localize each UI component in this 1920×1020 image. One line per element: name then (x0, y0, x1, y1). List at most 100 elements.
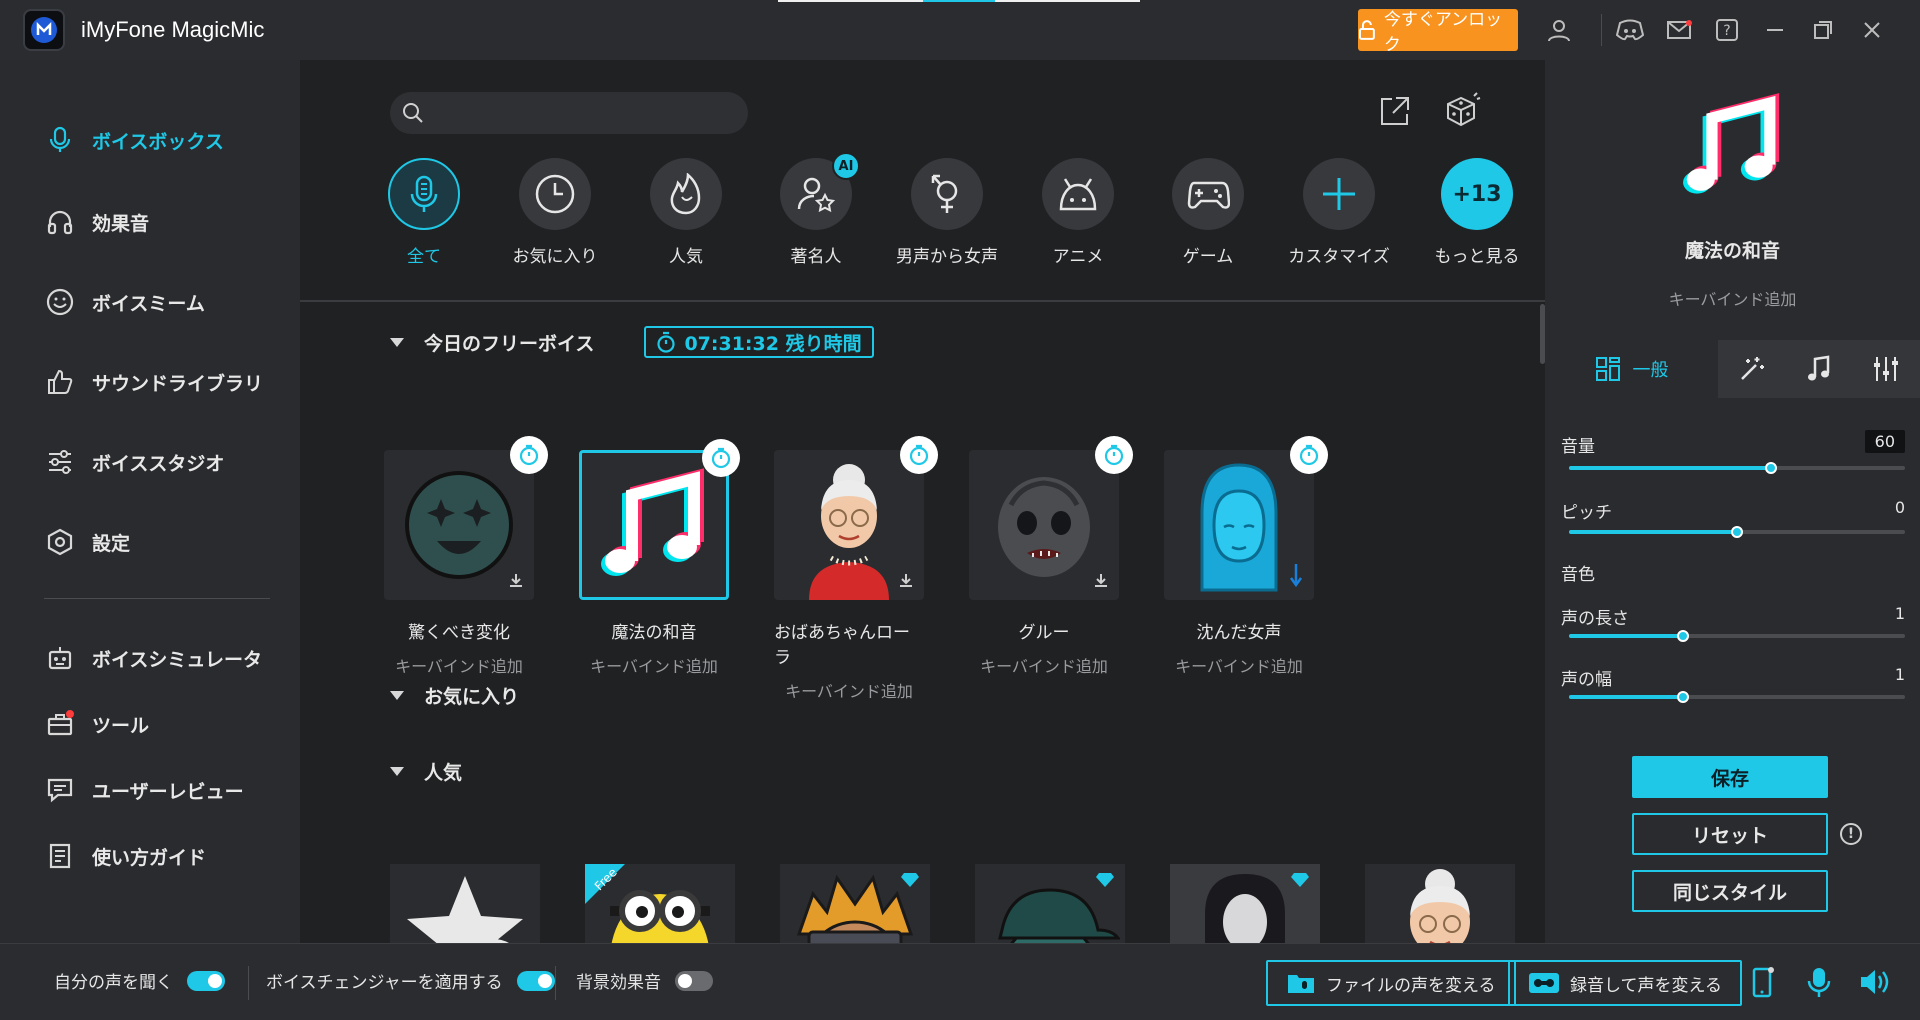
voice-card[interactable]: おばあちゃんローラ キーバインド追加 (774, 436, 938, 702)
search-input[interactable] (432, 104, 732, 122)
timer-badge-icon (1290, 436, 1328, 474)
user-icon[interactable] (1543, 14, 1575, 46)
download-icon[interactable] (1093, 572, 1109, 592)
help-icon[interactable]: ? (1711, 14, 1743, 46)
length-slider[interactable] (1569, 630, 1905, 642)
sidebar-item-sound-effects[interactable]: 効果音 (44, 202, 149, 242)
sidebar-item-label: ボイスボックス (92, 130, 224, 153)
app-logo (23, 9, 65, 51)
tab-label: 一般 (1632, 360, 1669, 381)
review-icon (44, 774, 76, 806)
timer-badge-icon (702, 439, 740, 477)
info-icon[interactable]: ! (1840, 823, 1862, 845)
close-icon[interactable] (1856, 14, 1888, 46)
sidebar-item-sound-library[interactable]: サウンドライブラリ (44, 362, 263, 402)
tab-effects[interactable] (1718, 340, 1785, 398)
category-circle (519, 158, 591, 230)
reset-button[interactable]: リセット (1632, 813, 1828, 855)
category-game[interactable]: ゲーム (1148, 158, 1268, 267)
category-label: お気に入り (512, 247, 598, 267)
width-slider[interactable] (1569, 691, 1905, 703)
popular-header[interactable]: 人気 (390, 758, 462, 785)
hear-self-label: 自分の声を聞く (54, 973, 173, 993)
width-slider-row: 声の幅 1 (1561, 665, 1905, 709)
sidebar-item-tools[interactable]: ツール (44, 704, 149, 744)
creature-face-icon (998, 477, 1090, 577)
minimize-icon[interactable] (1759, 14, 1791, 46)
record-change-voice-button[interactable]: 録音して声を変える (1508, 960, 1742, 1006)
share-icon[interactable] (1378, 94, 1412, 132)
main-content: 全て お気に入り 人気 AI 著名人 男声から女声 アニメ ゲーム カスタマイズ… (300, 60, 1545, 1004)
voice-card[interactable]: グルー キーバインド追加 (969, 436, 1133, 677)
slider-knob[interactable] (1677, 691, 1690, 703)
slider-knob[interactable] (1764, 462, 1777, 474)
anime-icon (1059, 178, 1097, 211)
download-icon[interactable] (508, 572, 524, 592)
same-style-button[interactable]: 同じスタイル (1632, 870, 1828, 912)
voice-card[interactable]: 沈んだ女声 キーバインド追加 (1164, 436, 1328, 677)
mobile-icon[interactable] (1747, 966, 1779, 998)
category-label: もっと見る (1434, 247, 1520, 267)
keybind-link[interactable]: キーバインド追加 (785, 678, 913, 702)
keybind-link[interactable]: キーバインド追加 (1175, 653, 1303, 677)
slider-knob[interactable] (1677, 630, 1690, 642)
category-label: 全て (407, 247, 441, 267)
sidebar-item-label: サウンドライブラリ (92, 372, 264, 395)
apply-changer-label: ボイスチェンジャーを適用する (266, 973, 503, 993)
svg-text:?: ? (1723, 23, 1730, 39)
sidebar-item-voice-meme[interactable]: ボイスミーム (44, 282, 205, 322)
category-celebrity[interactable]: AI 著名人 (756, 152, 876, 267)
sidebar-item-voicebox[interactable]: ボイスボックス (44, 120, 224, 160)
sidebar-item-guide[interactable]: 使い方ガイド (44, 836, 206, 876)
bottom-bar: 自分の声を聞く ボイスチェンジャーを適用する 背景効果音 ファイルの声を変える … (0, 943, 1920, 1020)
selected-voice-keybind[interactable]: キーバインド追加 (1545, 286, 1920, 310)
sidebar-item-voice-studio[interactable]: ボイススタジオ (44, 442, 224, 482)
category-all[interactable]: 全て (364, 158, 484, 267)
category-customize[interactable]: カスタマイズ (1279, 158, 1399, 267)
voice-card[interactable]: 驚くべき変化 キーバインド追加 (384, 436, 548, 677)
volume-slider[interactable] (1569, 462, 1905, 474)
tab-music[interactable] (1785, 340, 1852, 398)
voice-card-selected[interactable]: 魔法の和音 キーバインド追加 (579, 439, 740, 677)
category-anime[interactable]: アニメ (1018, 158, 1138, 267)
speaker-icon[interactable] (1858, 966, 1890, 998)
volume-value[interactable]: 60 (1864, 430, 1905, 453)
tab-equalizer[interactable] (1852, 340, 1919, 398)
category-favorites[interactable]: お気に入り (495, 158, 615, 267)
hear-self-toggle[interactable] (187, 970, 225, 991)
volume-label: 音量 (1561, 437, 1595, 457)
sidebar-item-settings[interactable]: 設定 (44, 522, 130, 562)
restore-icon[interactable] (1807, 14, 1839, 46)
category-male-to-female[interactable]: 男声から女声 (887, 158, 1007, 267)
tab-strip-left (778, 0, 923, 2)
mail-icon[interactable] (1663, 14, 1695, 46)
change-file-voice-button[interactable]: ファイルの声を変える (1266, 960, 1516, 1006)
bg-sound-toggle[interactable] (675, 970, 713, 991)
unlock-now-button[interactable]: 今すぐアンロック (1358, 9, 1518, 55)
keybind-link[interactable]: キーバインド追加 (980, 653, 1108, 677)
favorites-header[interactable]: お気に入り (390, 682, 519, 709)
tab-general[interactable]: 一般 (1545, 340, 1718, 398)
save-button[interactable]: 保存 (1632, 756, 1828, 798)
download-arrow-icon[interactable] (1288, 562, 1304, 592)
apply-changer-toggle[interactable] (516, 970, 555, 991)
category-popular[interactable]: 人気 (626, 158, 746, 267)
sidebar-item-label: 効果音 (92, 212, 150, 235)
random-dice-icon[interactable] (1440, 90, 1482, 136)
keybind-link[interactable]: キーバインド追加 (395, 653, 523, 677)
flame-icon (670, 173, 701, 215)
pitch-value: 0 (1894, 498, 1905, 517)
microphone-icon[interactable] (1803, 966, 1835, 998)
search-box[interactable] (390, 92, 748, 134)
magic-wand-icon (1740, 357, 1764, 380)
pitch-slider[interactable] (1569, 526, 1905, 538)
keybind-link[interactable]: キーバインド追加 (590, 653, 718, 677)
download-icon[interactable] (898, 572, 914, 592)
settings-hex-icon (44, 526, 76, 558)
slider-knob[interactable] (1731, 526, 1743, 538)
sidebar-item-user-reviews[interactable]: ユーザーレビュー (44, 770, 244, 810)
sidebar-item-voice-simulator[interactable]: ボイスシミュレータ (44, 638, 262, 678)
category-more[interactable]: +13 もっと見る (1417, 158, 1537, 267)
discord-icon[interactable] (1614, 14, 1646, 46)
free-voices-header[interactable]: 今日のフリーボイス 07:31:32 残り時間 (390, 326, 874, 358)
